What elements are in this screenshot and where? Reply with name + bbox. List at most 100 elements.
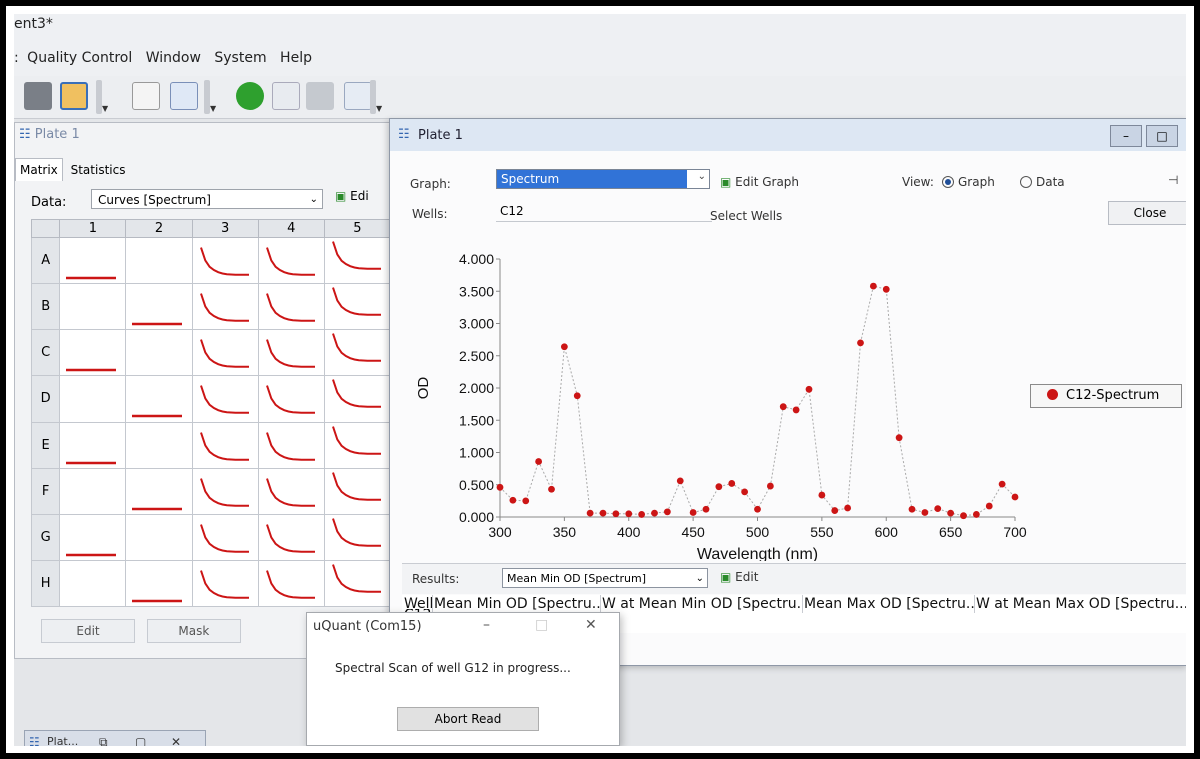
well-cell[interactable] [323,236,392,285]
pin-icon[interactable]: ⊣ [1168,173,1178,187]
well-cell[interactable] [257,283,325,331]
chart-icon[interactable] [132,82,160,110]
data-point [882,285,890,293]
edit-button[interactable]: Edit [41,619,135,643]
minimize-icon[interactable]: – [483,617,490,633]
arrow-right-icon[interactable] [344,82,372,110]
edit-graph-button[interactable]: ▣ Edit Graph [720,175,799,189]
tab-statistics[interactable]: Statistics [67,159,130,181]
well-cell[interactable] [257,421,325,469]
menu-system[interactable]: System [214,50,266,66]
well-cell[interactable] [125,375,193,423]
data-edit-button[interactable]: ▣ Edi [335,189,369,203]
well-cell[interactable] [125,329,193,377]
x-axis-label: Wavelength (nm) [697,546,818,561]
grid-icon: ☷ [398,127,410,142]
well-cell[interactable] [59,375,127,423]
x-tick-label: 400 [617,524,641,540]
view-data-radio[interactable]: Data [1020,175,1065,189]
well-cell[interactable] [125,421,193,469]
data-point [792,406,800,414]
minimize-icon[interactable]: – [1110,125,1142,147]
table-header-w-mean-max-od[interactable]: W at Mean Max OD [Spectru... [976,595,1186,613]
well-cell[interactable] [59,421,127,469]
well-cell[interactable] [191,236,259,285]
well-cell[interactable] [323,329,392,377]
well-cell[interactable] [125,467,193,515]
menu-window[interactable]: Window [146,50,201,66]
close-icon[interactable]: ✕ [171,735,181,746]
well-cell[interactable] [125,236,193,285]
select-wells-link[interactable]: Select Wells [710,209,782,223]
well-cell[interactable] [323,559,392,608]
results-edit-button[interactable]: ▣ Edit [720,570,758,584]
abort-read-button[interactable]: Abort Read [397,707,539,731]
table-header-mean-max-od[interactable]: Mean Max OD [Spectru... [804,595,975,613]
toolbar-dropdown-icon[interactable]: ▼ [210,104,216,113]
well-curve [331,287,381,316]
decay-curve [199,477,249,507]
table-header-mean-min-od[interactable]: Mean Min OD [Spectru... [434,595,601,613]
decay-curve [331,287,381,316]
minimized-window[interactable]: ☷ Plat... ⧉ ▢ ✕ [24,730,206,746]
maximize-icon[interactable]: ▢ [135,735,146,746]
well-cell[interactable] [59,467,127,515]
well-cell[interactable] [257,513,325,561]
decay-curve [199,570,249,599]
decay-curve [265,385,315,415]
well-cell[interactable] [323,283,392,331]
well-cell[interactable] [257,559,325,608]
toolbar-dropdown-icon[interactable]: ▼ [376,104,382,113]
close-button[interactable]: Close [1108,201,1186,225]
mask-button[interactable]: Mask [146,619,241,643]
zoom-icon[interactable] [272,82,300,110]
tab-matrix[interactable]: Matrix [15,158,63,181]
well-cell[interactable] [191,559,259,608]
y-tick-label: 3.000 [459,316,494,332]
well-cell[interactable] [59,236,127,285]
well-cell[interactable] [191,467,259,515]
close-icon[interactable]: ✕ [585,617,597,633]
well-cell[interactable] [257,329,325,377]
y-tick-label: 2.000 [459,380,494,396]
chart-export-icon[interactable] [170,82,198,110]
menu-quality-control[interactable]: Quality Control [27,50,132,66]
wells-input[interactable]: C12 [496,201,712,222]
well-cell[interactable] [59,283,127,331]
well-cell[interactable] [323,467,392,515]
well-cell[interactable] [191,513,259,561]
view-graph-radio[interactable]: Graph [942,175,995,189]
well-cell[interactable] [125,559,193,608]
toolbar-dropdown-icon[interactable]: ▼ [102,104,108,113]
export-icon[interactable] [60,82,88,110]
well-cell[interactable] [125,283,193,331]
well-cell[interactable] [59,329,127,377]
well-cell[interactable] [257,236,325,285]
well-cell[interactable] [191,329,259,377]
well-cell[interactable] [323,513,392,561]
graph-select[interactable]: Spectrum ⌄ [496,169,710,189]
print-icon[interactable] [306,82,334,110]
data-select[interactable]: Curves [Spectrum] ⌄ [91,189,323,209]
maximize-icon[interactable]: □ [1146,125,1178,147]
well-cell[interactable] [59,559,127,608]
well-cell[interactable] [257,467,325,515]
well-curve [265,524,315,553]
calculator-icon[interactable] [24,82,52,110]
well-cell[interactable] [59,513,127,561]
data-point [972,511,980,518]
well-cell[interactable] [125,513,193,561]
results-select[interactable]: Mean Min OD [Spectrum] ⌄ [502,568,708,588]
window-titlebar[interactable]: ☷ Plate 1 – □ [390,119,1186,151]
well-cell[interactable] [191,283,259,331]
well-cell[interactable] [191,375,259,423]
well-cell[interactable] [191,421,259,469]
table-header-w-mean-min-od[interactable]: W at Mean Min OD [Spectru... [602,595,803,613]
well-cell[interactable] [323,375,392,423]
well-cell[interactable] [323,421,392,469]
restore-icon[interactable]: ⧉ [99,735,108,746]
menu-help[interactable]: Help [280,50,312,66]
well-cell[interactable] [257,375,325,423]
chevron-down-icon: ⌄ [695,573,704,584]
play-icon[interactable] [236,82,264,110]
